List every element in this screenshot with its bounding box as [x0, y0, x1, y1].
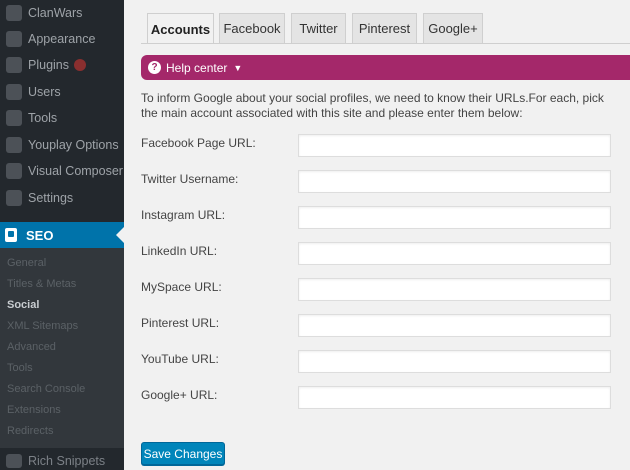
facebook-url-label: Facebook Page URL:	[141, 136, 256, 150]
tab-twitter[interactable]: Twitter	[291, 13, 346, 43]
rich-snippets-icon	[6, 454, 22, 468]
sidebar-item-label: ClanWars	[28, 6, 83, 20]
settings-icon	[6, 190, 22, 206]
sidebar-item-appearance[interactable]: Appearance	[0, 26, 124, 52]
sidebar-item-label: Plugins	[28, 58, 69, 72]
sidebar-item-label: Rich Snippets	[28, 454, 106, 468]
help-center-label: Help center	[166, 60, 228, 75]
sidebar-item-settings[interactable]: Settings	[0, 185, 124, 211]
youplay-options-icon	[6, 137, 22, 153]
clan-wars-icon	[6, 5, 22, 21]
tab-pinterest[interactable]: Pinterest	[352, 13, 417, 43]
google-plus-url-label: Google+ URL:	[141, 388, 218, 402]
youtube-url-label: YouTube URL:	[141, 352, 219, 366]
tab-divider	[141, 43, 630, 44]
sidebar-item-youplay-options[interactable]: Youplay Options	[0, 132, 124, 158]
submenu-item-extensions[interactable]: Extensions	[7, 404, 61, 416]
sidebar-item-label: Settings	[28, 191, 74, 205]
admin-sidebar: ClanWars Appearance Plugins Users Tools …	[0, 0, 124, 470]
submenu-item-tools[interactable]: Tools	[7, 362, 33, 374]
appearance-icon	[6, 31, 22, 47]
visual-composer-icon	[6, 163, 22, 179]
submenu-item-social[interactable]: Social	[7, 299, 39, 311]
google-plus-url-input[interactable]	[298, 386, 611, 409]
tools-icon	[6, 110, 22, 126]
sidebar-item-tools[interactable]: Tools	[0, 105, 124, 131]
sidebar-item-label: Visual Composer	[28, 164, 123, 178]
sidebar-item-visual-composer[interactable]: Visual Composer	[0, 158, 124, 184]
sidebar-item-rich-snippets[interactable]: Rich Snippets	[0, 452, 124, 470]
seo-submenu: General Titles & Metas Social XML Sitema…	[0, 248, 124, 448]
sidebar-item-label: Youplay Options	[28, 138, 119, 152]
sidebar-item-users[interactable]: Users	[0, 79, 124, 105]
linkedin-url-input[interactable]	[298, 242, 611, 265]
current-menu-arrow	[116, 227, 124, 243]
save-changes-button[interactable]: Save Changes	[141, 442, 225, 465]
linkedin-url-label: LinkedIn URL:	[141, 244, 218, 258]
youtube-url-input[interactable]	[298, 350, 611, 373]
intro-text: To inform Google about your social profi…	[141, 91, 604, 120]
sidebar-item-label: SEO	[26, 227, 54, 243]
submenu-item-titles-metas[interactable]: Titles & Metas	[7, 278, 76, 290]
sidebar-item-plugins[interactable]: Plugins	[0, 52, 124, 78]
sidebar-item-label: Appearance	[28, 32, 96, 46]
pinterest-url-input[interactable]	[298, 314, 611, 337]
myspace-url-input[interactable]	[298, 278, 611, 301]
sidebar-item-label: Tools	[28, 111, 58, 125]
users-icon	[6, 84, 22, 100]
submenu-item-search-console[interactable]: Search Console	[7, 383, 85, 395]
instagram-url-input[interactable]	[298, 206, 611, 229]
sidebar-item-label: Users	[28, 85, 61, 99]
tab-google-plus[interactable]: Google+	[423, 13, 483, 43]
sidebar-item-seo[interactable]: SEO	[0, 222, 124, 248]
help-center-toggle[interactable]: ? Help center ▼	[141, 55, 630, 80]
facebook-url-input[interactable]	[298, 134, 611, 157]
twitter-username-label: Twitter Username:	[141, 172, 239, 186]
submenu-item-xml-sitemaps[interactable]: XML Sitemaps	[7, 320, 78, 332]
tab-accounts[interactable]: Accounts	[147, 13, 214, 44]
caret-down-icon: ▼	[233, 62, 243, 73]
instagram-url-label: Instagram URL:	[141, 208, 226, 222]
submenu-item-redirects[interactable]: Redirects	[7, 425, 53, 437]
update-count-badge	[74, 59, 86, 71]
submenu-item-advanced[interactable]: Advanced	[7, 341, 56, 353]
yoast-seo-icon	[5, 228, 17, 242]
pinterest-url-label: Pinterest URL:	[141, 316, 220, 330]
plugins-icon	[6, 57, 22, 73]
sidebar-item-clanwars[interactable]: ClanWars	[0, 0, 124, 26]
tab-facebook[interactable]: Facebook	[219, 13, 285, 43]
question-icon: ?	[148, 61, 161, 74]
twitter-username-input[interactable]	[298, 170, 611, 193]
submenu-item-general[interactable]: General	[7, 257, 46, 269]
myspace-url-label: MySpace URL:	[141, 280, 222, 294]
